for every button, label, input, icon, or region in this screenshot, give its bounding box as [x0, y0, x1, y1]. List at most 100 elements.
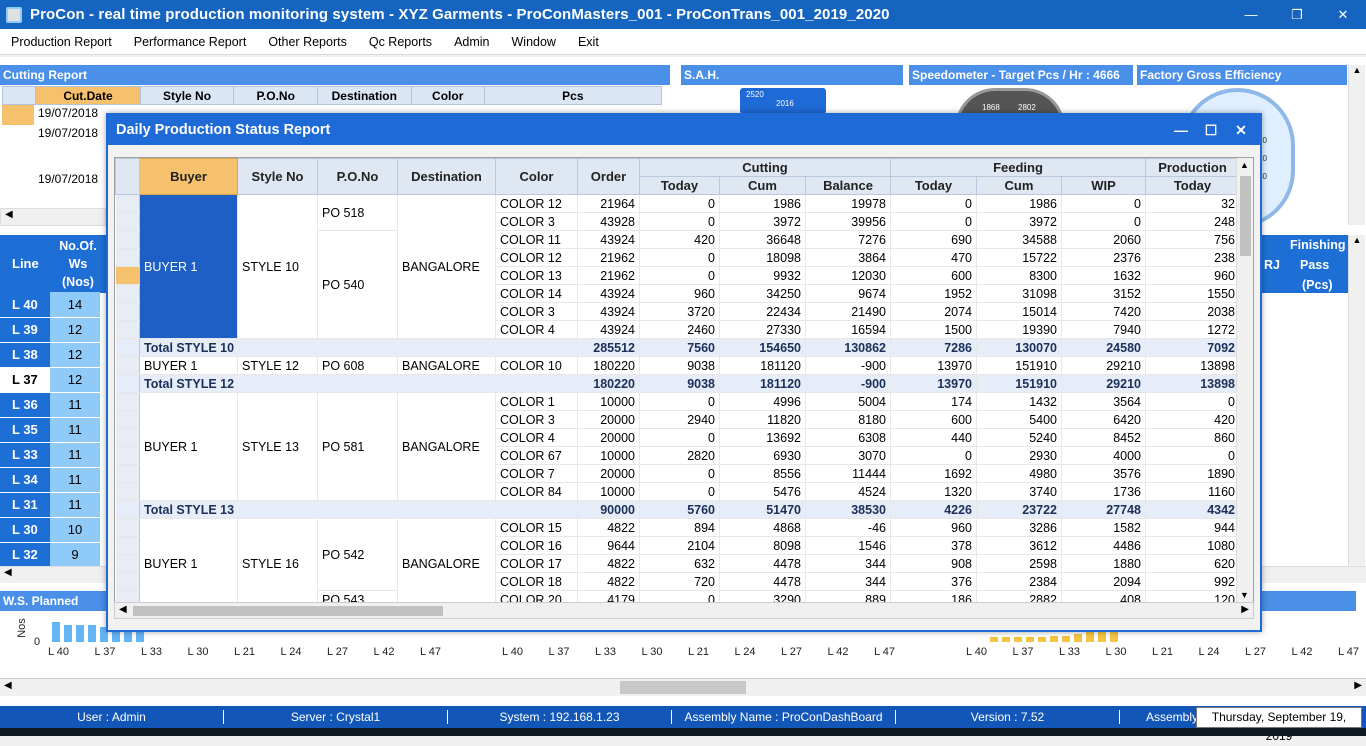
row-header[interactable]	[115, 374, 140, 393]
cell-value[interactable]: 0	[639, 464, 720, 483]
cell-po[interactable]: PO 540	[317, 230, 398, 339]
cell-value[interactable]: 420	[1145, 410, 1240, 429]
cell-value[interactable]: 0	[639, 392, 720, 411]
cell-destination[interactable]: BANGALORE	[397, 356, 496, 375]
row-header[interactable]	[115, 518, 140, 537]
cell-color[interactable]: COLOR 18	[495, 572, 578, 591]
cell-value[interactable]: 10000	[577, 482, 640, 501]
cell-value[interactable]: 19978	[805, 194, 891, 213]
row-header[interactable]	[115, 212, 140, 231]
cell-value[interactable]: 43924	[577, 302, 640, 321]
grid-vscroll[interactable]: ▲ ▼	[1236, 158, 1253, 602]
cell-color[interactable]: COLOR 16	[495, 536, 578, 555]
cell-value[interactable]: 18098	[719, 248, 806, 267]
cell-value[interactable]: 1080	[1145, 536, 1240, 555]
cell-po[interactable]: PO 542	[317, 518, 398, 591]
menu-exit[interactable]: Exit	[567, 35, 610, 49]
cell-color[interactable]: COLOR 11	[495, 230, 578, 249]
cell-value[interactable]: 1432	[976, 392, 1062, 411]
row-header[interactable]	[115, 392, 140, 411]
cell-color[interactable]: COLOR 10	[495, 356, 578, 375]
cell-value[interactable]: 376	[890, 572, 977, 591]
cell-value[interactable]: 960	[639, 284, 720, 303]
table-row[interactable]: BUYER 1 STYLE 12 PO 608 BANGALORE COLOR 10 18…	[115, 356, 1240, 375]
cell-color[interactable]: COLOR 7	[495, 464, 578, 483]
cell-value[interactable]: 2940	[639, 410, 720, 429]
cell-value[interactable]: 0	[639, 194, 720, 213]
middle-vscroll[interactable]: ▲	[1348, 235, 1365, 575]
cell-value[interactable]: 8452	[1061, 428, 1146, 447]
cell-value[interactable]: 7276	[805, 230, 891, 249]
cell-buyer[interactable]: BUYER 1	[139, 392, 238, 501]
cell-value[interactable]: 0	[639, 266, 720, 285]
row-header[interactable]	[115, 266, 140, 285]
cell-value[interactable]: 6308	[805, 428, 891, 447]
cell-value[interactable]: 1952	[890, 284, 977, 303]
scroll-right-icon[interactable]: ▶	[1354, 680, 1362, 691]
cell-value[interactable]: 1320	[890, 482, 977, 501]
dialog-minimize-button[interactable]: —	[1166, 115, 1196, 145]
cell-color[interactable]: COLOR 15	[495, 518, 578, 537]
menu-production-report[interactable]: Production Report	[0, 35, 123, 49]
cell-value[interactable]: 2384	[976, 572, 1062, 591]
cell-value[interactable]: 2104	[639, 536, 720, 555]
line-row[interactable]: L 39 12	[0, 317, 100, 343]
cell-value[interactable]: 4000	[1061, 446, 1146, 465]
col-feeding-wip[interactable]: WIP	[1061, 176, 1146, 195]
cell-value[interactable]: 1500	[890, 320, 977, 339]
col-destination[interactable]: Destination	[316, 86, 412, 105]
cell-value[interactable]: 3152	[1061, 284, 1146, 303]
col-cutting-today[interactable]: Today	[639, 176, 720, 195]
cell-value[interactable]: 2060	[1061, 230, 1146, 249]
cell-value[interactable]: 6420	[1061, 410, 1146, 429]
close-button[interactable]: ✕	[1320, 0, 1366, 29]
cell-value[interactable]: 1736	[1061, 482, 1146, 501]
cell-buyer[interactable]: BUYER 1	[139, 194, 238, 339]
cell-value[interactable]: 0	[890, 212, 977, 231]
menu-window[interactable]: Window	[501, 35, 567, 49]
cell-value[interactable]: 756	[1145, 230, 1240, 249]
cell-value[interactable]: 600	[890, 410, 977, 429]
cell-value[interactable]: 21962	[577, 248, 640, 267]
col-feeding-today[interactable]: Today	[890, 176, 977, 195]
cell-color[interactable]: COLOR 4	[495, 428, 578, 447]
cell-destination[interactable]: BANGALORE	[397, 194, 496, 339]
cell-value[interactable]: 632	[639, 554, 720, 573]
row-header[interactable]	[115, 230, 140, 249]
cell-value[interactable]: 4524	[805, 482, 891, 501]
scroll-up-icon[interactable]: ▲	[1240, 160, 1249, 170]
cell-value[interactable]: 13970	[890, 356, 977, 375]
cell-value[interactable]: 5004	[805, 392, 891, 411]
cell-value[interactable]: 0	[639, 428, 720, 447]
cell-value[interactable]: 7420	[1061, 302, 1146, 321]
table-row[interactable]: BUYER 1 STYLE 10 PO 518 BANGALORE COLOR 12 21…	[115, 194, 1240, 339]
scroll-left-icon[interactable]: ◀	[4, 680, 12, 691]
cell-buyer[interactable]: BUYER 1	[139, 518, 238, 602]
cell-po[interactable]: PO 608	[317, 356, 398, 375]
cell-value[interactable]: 20000	[577, 464, 640, 483]
cell-value[interactable]: 34588	[976, 230, 1062, 249]
row-header[interactable]	[115, 536, 140, 555]
cell-value[interactable]: 29210	[1061, 356, 1146, 375]
menu-qc-reports[interactable]: Qc Reports	[358, 35, 443, 49]
cell-value[interactable]: -900	[805, 356, 891, 375]
row-header[interactable]	[115, 194, 140, 213]
cell-style[interactable]: STYLE 10	[237, 194, 318, 339]
cell-value[interactable]: 6930	[719, 446, 806, 465]
cell-value[interactable]: 960	[890, 518, 977, 537]
cell-value[interactable]: 4822	[577, 572, 640, 591]
cell-value[interactable]: 5400	[976, 410, 1062, 429]
cell-value[interactable]: 10000	[577, 446, 640, 465]
cell-value[interactable]: 9932	[719, 266, 806, 285]
top-vscroll[interactable]: ▲	[1348, 65, 1365, 225]
cell-value[interactable]: 2376	[1061, 248, 1146, 267]
table-row[interactable]: BUYER 1 STYLE 13 PO 581 BANGALORE COLOR 1 100…	[115, 392, 1240, 501]
cell-value[interactable]: 4980	[976, 464, 1062, 483]
col-pcs[interactable]: Pcs	[483, 86, 663, 105]
scroll-down-icon[interactable]: ▼	[1240, 590, 1249, 600]
scroll-right-icon[interactable]: ▶	[1241, 604, 1249, 615]
cell-value[interactable]: 1550	[1145, 284, 1240, 303]
cell-value[interactable]: 9038	[639, 356, 720, 375]
cell-value[interactable]: 470	[890, 248, 977, 267]
cell-color[interactable]: COLOR 1	[495, 392, 578, 411]
